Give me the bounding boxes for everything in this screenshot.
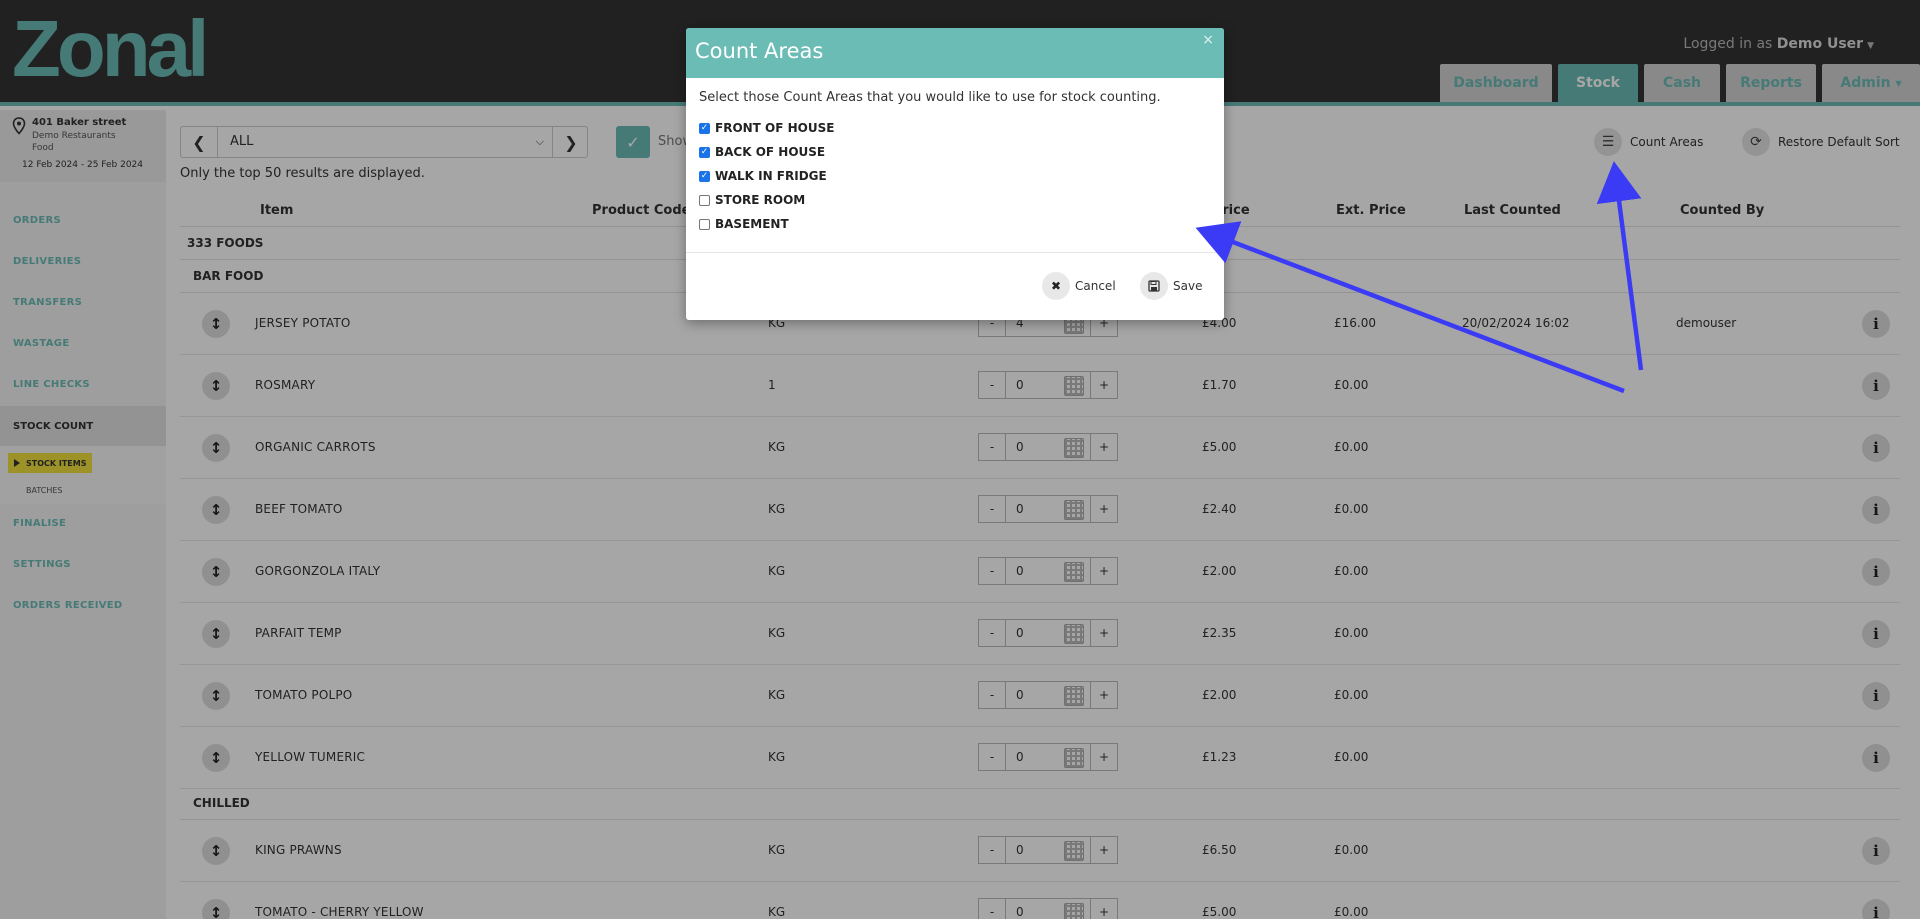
close-icon: ✖ <box>1042 272 1070 300</box>
count-area-option[interactable]: ✓ WALK IN FRIDGE <box>699 168 827 184</box>
count-area-label: BACK OF HOUSE <box>715 145 826 159</box>
count-area-option[interactable]: ✓ BACK OF HOUSE <box>699 144 825 160</box>
modal-intro: Select those Count Areas that you would … <box>699 90 1161 105</box>
modal-title: Count Areas <box>695 39 824 63</box>
count-area-label: WALK IN FRIDGE <box>715 169 827 183</box>
save-button[interactable]: Save <box>1140 272 1202 300</box>
checkbox[interactable]: ✓ <box>699 170 710 182</box>
close-icon[interactable]: × <box>1202 32 1214 48</box>
count-area-label: BASEMENT <box>715 217 789 231</box>
divider <box>686 252 1224 253</box>
count-area-option[interactable]: STORE ROOM <box>699 192 805 208</box>
count-area-label: FRONT OF HOUSE <box>715 121 835 135</box>
cancel-button[interactable]: ✖ Cancel <box>1042 272 1116 300</box>
checkbox[interactable]: ✓ <box>699 146 710 158</box>
checkbox[interactable]: ✓ <box>699 122 710 134</box>
modal-header: Count Areas × <box>686 28 1224 78</box>
count-area-option[interactable]: ✓ FRONT OF HOUSE <box>699 120 834 136</box>
count-area-label: STORE ROOM <box>715 193 806 207</box>
count-areas-modal: Count Areas × Select those Count Areas t… <box>686 28 1224 320</box>
count-area-option[interactable]: BASEMENT <box>699 216 789 232</box>
checkbox[interactable] <box>699 194 710 206</box>
checkbox[interactable] <box>699 218 710 230</box>
floppy-disk-icon <box>1140 272 1168 300</box>
